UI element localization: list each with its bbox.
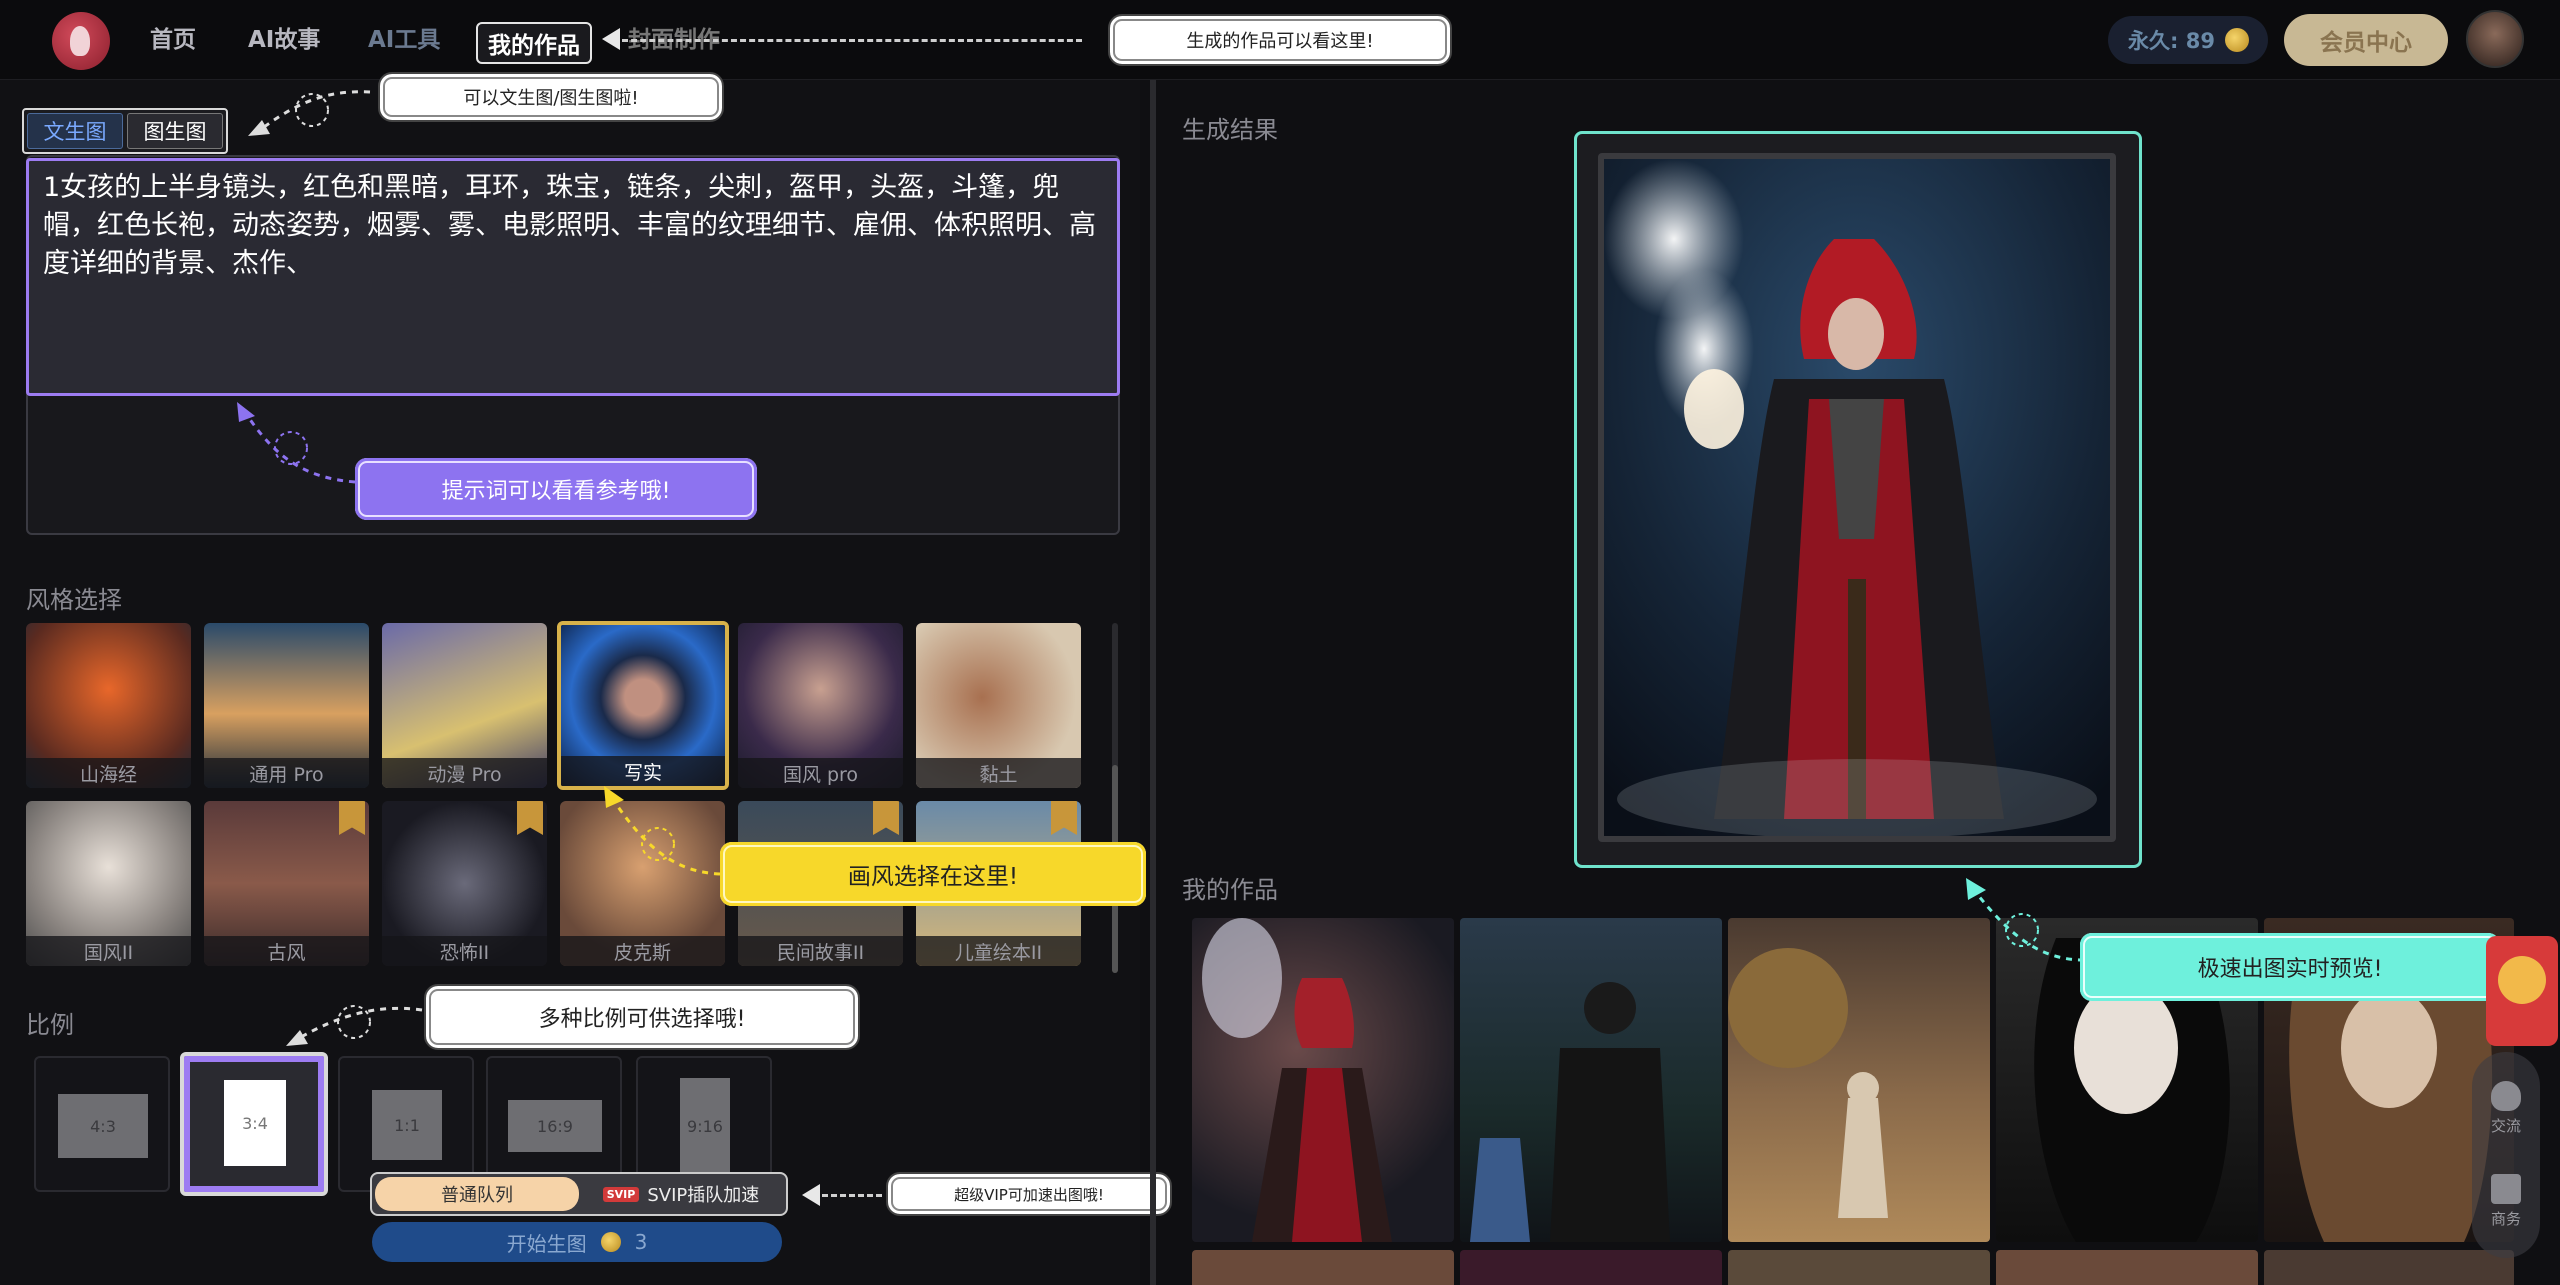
work-thumbnail[interactable] [1728,918,1990,1242]
penguin-icon [2490,1081,2521,1111]
points-label: 永久: 89 [2128,29,2215,53]
style-card[interactable]: 古风 [204,801,369,966]
ratio-label: 16:9 [508,1100,602,1152]
tip-mode: 可以文生图/图生图啦! [378,72,724,122]
work-thumbnail[interactable] [1460,918,1722,1242]
style-label: 山海经 [26,758,191,788]
tip-dashed-line [822,1194,882,1197]
tip-style: 画风选择在这里! [720,842,1146,906]
start-generate-button[interactable]: 开始生图 3 [372,1222,782,1262]
result-image[interactable] [1598,153,2116,842]
work-illustration [1202,918,1392,1242]
start-cost: 3 [634,1230,648,1254]
style-label: 通用 Pro [204,758,369,788]
nav-ai-story[interactable]: AI故事 [248,20,320,54]
floating-side-menu: 交流 商务 [2472,1052,2540,1258]
ratio-label: 3:4 [224,1080,286,1166]
ratio-label: 9:16 [680,1078,730,1174]
start-label: 开始生图 [506,1231,587,1256]
coin-icon [2224,28,2249,52]
style-card[interactable]: 恐怖II [382,801,547,966]
style-label: 黏土 [916,758,1081,788]
people-icon [2490,1174,2521,1204]
style-label: 皮克斯 [560,936,725,966]
tab-image-to-image[interactable]: 图生图 [127,113,223,149]
member-center-button[interactable]: 会员中心 [2284,14,2448,66]
style-card-selected[interactable]: 写实 [557,621,729,790]
svip-queue-label: SVIP插队加速 [647,1185,760,1206]
tip-dashed-line [622,39,1082,42]
tab-text-to-image[interactable]: 文生图 [27,113,123,149]
work-illustration [1470,982,1670,1242]
business-label: 商务 [2490,1210,2521,1228]
style-card[interactable]: 动漫 Pro [382,623,547,788]
svip-queue-option[interactable]: SVIP SVIP插队加速 [579,1177,783,1211]
normal-queue-option[interactable]: 普通队列 [375,1177,579,1211]
work-thumbnail[interactable] [1192,918,1454,1242]
style-label: 儿童绘本II [916,936,1081,966]
ratio-option-selected[interactable]: 3:4 [180,1052,328,1196]
ratio-section-title: 比例 [26,1011,74,1039]
tip-arrow-icon [602,28,620,50]
user-avatar[interactable] [2466,10,2524,68]
red-packet-icon[interactable] [2486,936,2558,1046]
style-card[interactable]: 黏土 [916,623,1081,788]
result-illustration [1604,159,2110,836]
ratio-label: 4:3 [58,1094,148,1158]
tip-svip: 超级VIP可加速出图哦! [886,1172,1172,1216]
result-section-title: 生成结果 [1182,116,1278,144]
panel-divider[interactable] [1150,80,1156,1285]
tip-curve-arrow-icon [248,90,371,136]
style-label: 国风II [26,936,191,966]
style-label: 动漫 Pro [382,758,547,788]
app-logo[interactable] [52,12,110,70]
style-card[interactable]: 国风II [26,801,191,966]
tip-arrow-icon [802,1184,820,1206]
work-thumbnail[interactable] [1996,1250,2258,1285]
style-card[interactable]: 国风 pro [738,623,903,788]
works-section-title: 我的作品 [1182,876,1278,904]
work-thumbnail[interactable] [1728,1250,1990,1285]
prompt-input[interactable]: 1女孩的上半身镜头，红色和黑暗，耳环，珠宝，链条，尖刺，盔甲，头盔，斗篷，兜帽，… [26,158,1120,396]
mode-tabs: 文生图 图生图 [22,108,228,154]
tip-ratio: 多种比例可供选择哦! [424,984,860,1050]
svip-tag-icon: SVIP [602,1186,640,1202]
style-label: 古风 [204,936,369,966]
nav-ai-tools[interactable]: AI工具 [368,20,440,54]
ratio-label: 1:1 [372,1090,442,1160]
tip-prompt-ref: 提示词可以看看参考哦! [355,458,757,520]
tip-curve-arrow-icon [237,402,356,484]
style-label: 恐怖II [382,936,547,966]
style-card[interactable]: 通用 Pro [204,623,369,788]
nav-my-works[interactable]: 我的作品 [476,22,592,64]
tip-preview: 极速出图实时预览! [2080,933,2500,1001]
nav-cover-maker[interactable]: 封面制作 [628,20,720,54]
tip-curve-arrow-icon [286,1005,423,1046]
nav-home[interactable]: 首页 [150,20,196,54]
ratio-option[interactable]: 4:3 [34,1056,170,1192]
chat-label: 交流 [2490,1117,2521,1135]
work-illustration [1728,948,1888,1218]
chat-button[interactable]: 交流 [2490,1081,2521,1136]
points-badge[interactable]: 永久: 89 [2108,16,2268,64]
coin-icon [600,1232,621,1252]
work-thumbnail[interactable] [1192,1250,1454,1285]
style-label: 民间故事II [738,936,903,966]
work-thumbnail[interactable] [1460,1250,1722,1285]
style-label: 国风 pro [738,758,903,788]
tip-curve-arrow-icon [1966,878,2085,962]
tip-works: 生成的作品可以看这里! [1108,14,1452,66]
business-button[interactable]: 商务 [2490,1174,2521,1229]
tip-curve-arrow-icon [604,786,721,876]
queue-selector: 普通队列 SVIP SVIP插队加速 [370,1172,788,1216]
work-thumbnail[interactable] [2264,1250,2514,1285]
style-card[interactable]: 山海经 [26,623,191,788]
style-section-title: 风格选择 [26,586,122,614]
